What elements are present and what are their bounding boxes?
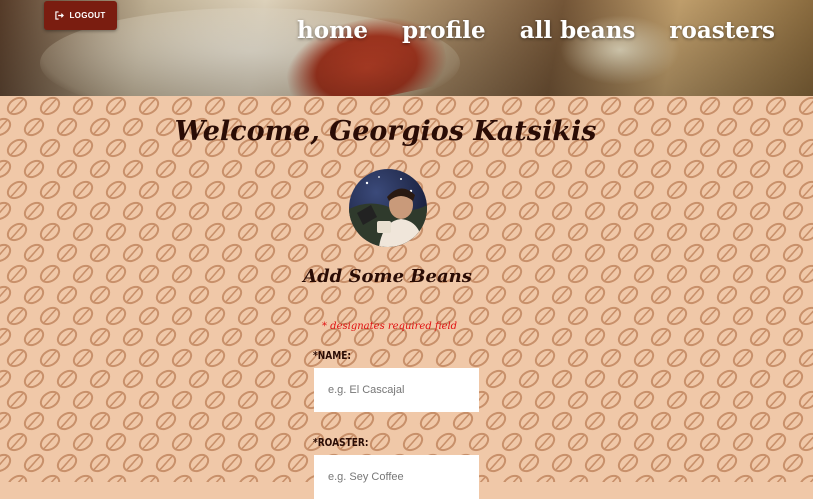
roaster-label: *ROASTER: — [313, 436, 369, 449]
name-input[interactable] — [314, 368, 479, 412]
nav-roasters-link[interactable]: roasters — [669, 16, 775, 46]
main-nav: home profile all beans roasters — [297, 16, 809, 46]
welcome-heading: Welcome, Georgios Katsikis — [174, 116, 597, 147]
header-banner — [0, 0, 813, 96]
logout-button[interactable]: LOGOUT — [44, 1, 117, 30]
name-label: *NAME: — [313, 349, 352, 362]
logout-label: LOGOUT — [69, 11, 106, 20]
logout-icon — [55, 11, 65, 20]
form-title: Add Some Beans — [303, 266, 472, 287]
nav-home-link[interactable]: home — [297, 16, 368, 46]
nav-profile-link[interactable]: profile — [402, 16, 486, 46]
main-content: Welcome, Georgios Katsikis Add Some Bean… — [0, 96, 813, 499]
required-note: * designates required field — [322, 321, 458, 332]
roaster-input[interactable] — [314, 455, 479, 499]
nav-all-beans-link[interactable]: all beans — [520, 16, 636, 46]
avatar — [349, 169, 427, 247]
